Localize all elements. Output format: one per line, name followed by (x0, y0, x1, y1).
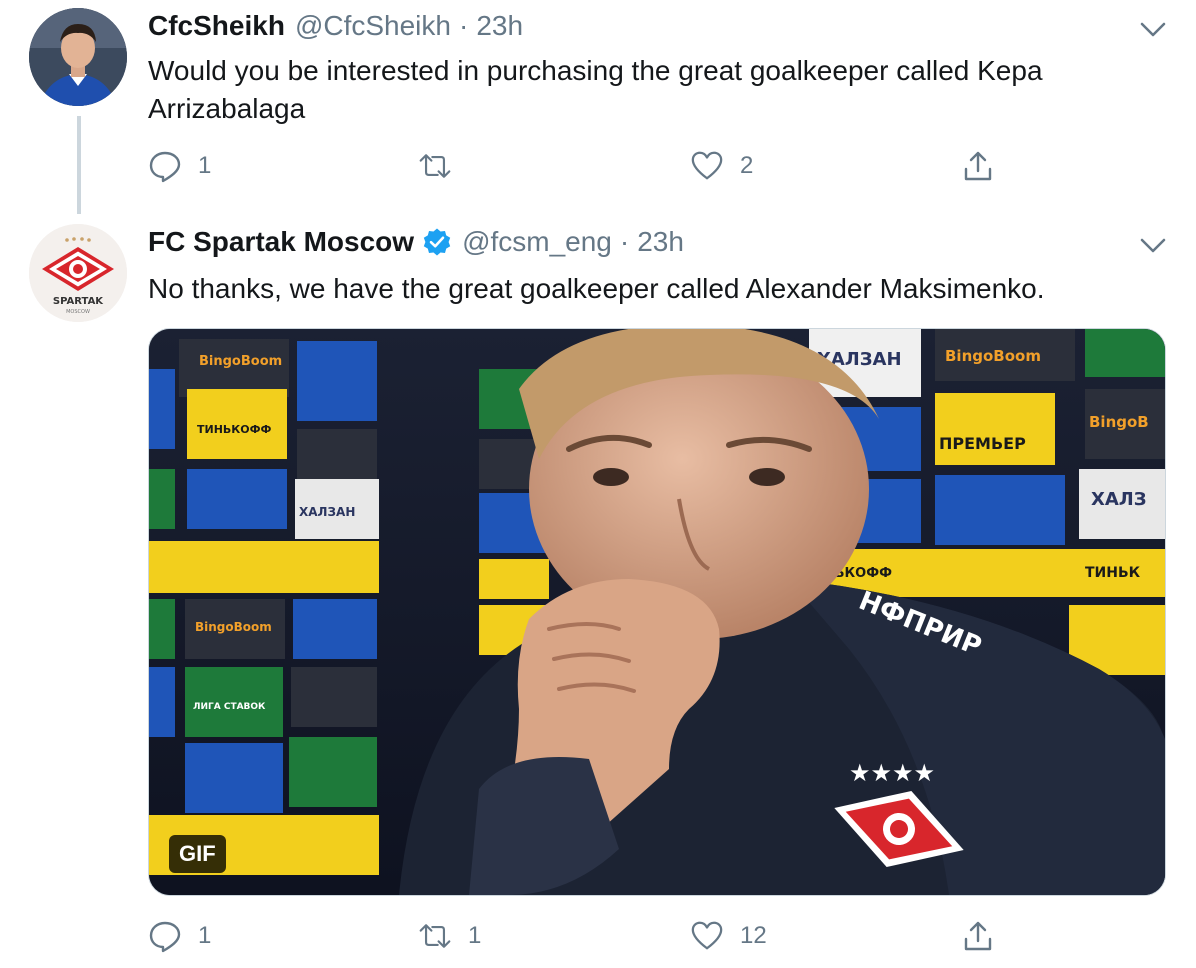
gif-badge: GIF (169, 835, 226, 873)
svg-text:ТИНЬКОФФ: ТИНЬКОФФ (197, 423, 272, 436)
reply-icon (149, 921, 181, 953)
separator-dot: · (619, 226, 630, 257)
retweet-count: 1 (468, 922, 482, 949)
author-name[interactable]: CfcSheikh (148, 10, 285, 42)
svg-text:ЛИГА СТАВОК: ЛИГА СТАВОК (193, 702, 266, 712)
retweet-button[interactable]: 1 (418, 916, 481, 956)
like-icon (691, 151, 723, 180)
share-icon (964, 921, 992, 951)
share-icon (964, 151, 992, 181)
like-button[interactable]: 2 (690, 146, 753, 186)
spartak-logo-subtext: MOSCOW (66, 309, 90, 315)
svg-text:BingoB: BingoB (1089, 413, 1149, 431)
reply-icon (149, 151, 181, 183)
share-button[interactable] (961, 146, 995, 186)
verified-icon (423, 228, 451, 256)
chevron-down-icon[interactable] (1140, 22, 1166, 38)
svg-text:★★★★: ★★★★ (849, 759, 935, 787)
author-name[interactable]: FC Spartak Moscow (148, 226, 414, 258)
retweet-button[interactable] (418, 146, 468, 186)
tweet-timestamp[interactable]: 23h (476, 10, 523, 42)
like-count: 12 (740, 922, 767, 949)
reply-count: 1 (198, 152, 212, 179)
tweet-media-gif[interactable]: BingoBoom ТИНЬКОФФ ХАЛЗАН BingoBoom ЛИГА… (148, 328, 1166, 896)
reply-count: 1 (198, 922, 212, 949)
svg-text:BingoBoom: BingoBoom (195, 620, 272, 634)
retweet-icon (419, 154, 451, 178)
tweet-timestamp[interactable]: 23h (637, 226, 684, 258)
spartak-logo-text: SPARTAK (53, 296, 104, 307)
author-handle[interactable]: @fcsm_eng (462, 226, 612, 258)
svg-text:ПРЕМЬЕР: ПРЕМЬЕР (939, 434, 1026, 453)
svg-text:ХАЛЗАН: ХАЛЗАН (299, 505, 355, 519)
tweet-text: No thanks, we have the great goalkeeper … (148, 273, 1045, 304)
share-button[interactable] (961, 916, 995, 956)
like-button[interactable]: 12 (690, 916, 767, 956)
svg-text:BingoBoom: BingoBoom (945, 347, 1041, 365)
svg-text:ХАЛЗ: ХАЛЗ (1091, 489, 1147, 510)
tweet-text: Would you be interested in purchasing th… (148, 55, 1043, 124)
like-icon (691, 921, 723, 950)
separator-dot: · (458, 10, 469, 41)
reply-button[interactable]: 1 (148, 146, 211, 186)
avatar[interactable]: SPARTAK MOSCOW (29, 224, 127, 322)
svg-text:BingoBoom: BingoBoom (199, 354, 282, 369)
reply-button[interactable]: 1 (148, 916, 211, 956)
avatar[interactable] (29, 8, 127, 106)
chevron-down-icon[interactable] (1140, 238, 1166, 254)
like-count: 2 (740, 152, 754, 179)
thread-line (77, 116, 81, 214)
gif-frame: BingoBoom ТИНЬКОФФ ХАЛЗАН BingoBoom ЛИГА… (149, 329, 1165, 895)
author-handle[interactable]: @CfcSheikh (295, 10, 451, 42)
svg-text:ТИНЬК: ТИНЬК (1085, 565, 1141, 581)
retweet-icon (419, 924, 451, 948)
